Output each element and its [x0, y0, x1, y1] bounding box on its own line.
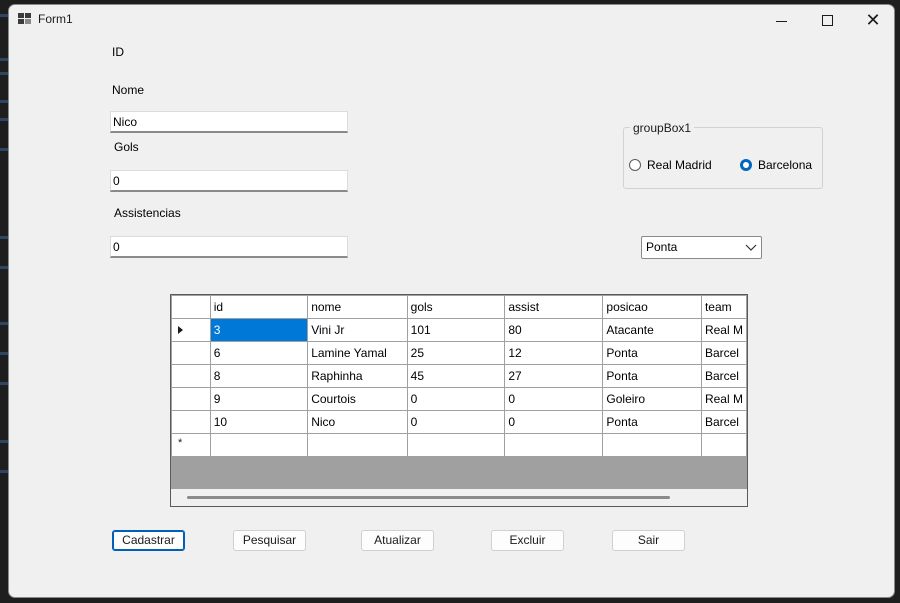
radio-real-madrid[interactable]: Real Madrid — [629, 158, 712, 172]
table-row[interactable]: 3 Vini Jr 101 80 Atacante Real M — [171, 318, 747, 342]
table-cell[interactable]: 6 — [209, 341, 309, 365]
column-header-id[interactable]: id — [209, 295, 309, 319]
current-row-arrow-icon — [178, 326, 183, 334]
table-cell[interactable] — [307, 433, 408, 457]
table-cell[interactable]: 12 — [504, 341, 604, 365]
table-cell[interactable]: 80 — [504, 318, 604, 342]
column-header-gols[interactable]: gols — [406, 295, 506, 319]
minimize-icon — [775, 20, 787, 22]
gols-label: Gols — [114, 140, 139, 154]
table-cell[interactable]: Courtois — [307, 387, 408, 411]
table-cell[interactable]: 101 — [406, 318, 506, 342]
row-header[interactable] — [171, 318, 211, 342]
table-cell[interactable]: Ponta — [602, 341, 702, 365]
table-cell[interactable]: Atacante — [602, 318, 702, 342]
table-row[interactable]: 6 Lamine Yamal 25 12 Ponta Barcel — [171, 341, 747, 365]
title-bar[interactable]: Form1 ✕ — [9, 5, 894, 35]
table-cell[interactable]: Real M — [700, 318, 747, 342]
players-datagrid[interactable]: id nome gols assist posicao team 3 Vini … — [170, 294, 748, 507]
table-cell[interactable]: Raphinha — [307, 364, 408, 388]
assistencias-input[interactable] — [110, 236, 348, 258]
sair-button[interactable]: Sair — [612, 530, 685, 551]
table-cell[interactable] — [700, 433, 747, 457]
table-cell[interactable]: Ponta — [602, 364, 702, 388]
row-header[interactable] — [171, 387, 211, 411]
gols-input[interactable] — [110, 170, 348, 192]
team-groupbox: groupBox1 Real Madrid Barcelona — [623, 121, 823, 189]
table-cell[interactable]: Vini Jr — [307, 318, 408, 342]
column-header-assist[interactable]: assist — [504, 295, 604, 319]
table-cell[interactable] — [209, 433, 309, 457]
table-cell[interactable]: 0 — [504, 410, 604, 434]
column-header-posicao[interactable]: posicao — [602, 295, 702, 319]
new-row[interactable]: * — [171, 433, 747, 457]
table-cell[interactable]: 0 — [406, 387, 506, 411]
table-cell[interactable]: 27 — [504, 364, 604, 388]
radio-barcelona[interactable]: Barcelona — [740, 158, 812, 172]
new-row-marker-icon: * — [178, 437, 183, 449]
table-cell[interactable]: 3 — [209, 318, 309, 342]
row-header[interactable] — [171, 341, 211, 365]
table-cell[interactable]: Goleiro — [602, 387, 702, 411]
table-cell[interactable] — [602, 433, 702, 457]
row-header[interactable] — [171, 410, 211, 434]
row-header[interactable]: * — [171, 433, 211, 457]
close-button[interactable]: ✕ — [850, 5, 894, 35]
minimize-button[interactable] — [758, 5, 804, 35]
table-row[interactable]: 10 Nico 0 0 Ponta Barcel — [171, 410, 747, 434]
table-cell[interactable]: 8 — [209, 364, 309, 388]
radio-barcelona-label: Barcelona — [758, 158, 813, 172]
table-cell[interactable]: Ponta — [602, 410, 702, 434]
grid-header-row: id nome gols assist posicao team — [171, 295, 747, 319]
nome-input[interactable] — [110, 111, 348, 133]
maximize-icon — [821, 14, 833, 26]
table-cell[interactable]: 0 — [406, 410, 506, 434]
radio-circle-icon — [629, 159, 641, 171]
chevron-down-icon — [745, 244, 757, 251]
window-title: Form1 — [38, 12, 73, 26]
horizontal-scrollbar[interactable] — [171, 489, 747, 506]
table-cell[interactable] — [406, 433, 506, 457]
app-icon — [18, 13, 31, 25]
table-cell[interactable]: 45 — [406, 364, 506, 388]
nome-label: Nome — [112, 83, 145, 97]
excluir-button[interactable]: Excluir — [491, 530, 564, 551]
id-label: ID — [112, 45, 124, 59]
table-cell[interactable] — [504, 433, 604, 457]
grid-corner-header[interactable] — [171, 295, 211, 319]
table-cell[interactable]: Nico — [307, 410, 408, 434]
table-cell[interactable]: 9 — [209, 387, 309, 411]
table-cell[interactable]: Barcel — [700, 341, 747, 365]
radio-checked-icon — [740, 159, 752, 171]
table-cell[interactable]: Barcel — [700, 364, 747, 388]
table-row[interactable]: 8 Raphinha 45 27 Ponta Barcel — [171, 364, 747, 388]
column-header-nome[interactable]: nome — [307, 295, 408, 319]
atualizar-button[interactable]: Atualizar — [361, 530, 434, 551]
table-row[interactable]: 9 Courtois 0 0 Goleiro Real M — [171, 387, 747, 411]
table-cell[interactable]: 25 — [406, 341, 506, 365]
form1-window: Form1 ✕ ID Nome Gols Assistencias groupB… — [8, 4, 895, 598]
table-cell[interactable]: 10 — [209, 410, 309, 434]
column-header-team[interactable]: team — [700, 295, 747, 319]
combobox-selected: Ponta — [646, 240, 678, 254]
cadastrar-button[interactable]: Cadastrar — [112, 530, 185, 551]
groupbox-title: groupBox1 — [630, 121, 695, 135]
posicao-combobox[interactable]: Ponta — [641, 236, 762, 259]
radio-real-madrid-label: Real Madrid — [647, 158, 712, 172]
pesquisar-button[interactable]: Pesquisar — [233, 530, 306, 551]
table-cell[interactable]: Real M — [700, 387, 747, 411]
maximize-button[interactable] — [804, 5, 850, 35]
table-cell[interactable]: Lamine Yamal — [307, 341, 408, 365]
table-cell[interactable]: Barcel — [700, 410, 747, 434]
row-header[interactable] — [171, 364, 211, 388]
table-cell[interactable]: 0 — [504, 387, 604, 411]
assistencias-label: Assistencias — [114, 206, 181, 220]
scrollbar-thumb[interactable] — [187, 496, 670, 499]
close-icon: ✕ — [865, 10, 881, 30]
